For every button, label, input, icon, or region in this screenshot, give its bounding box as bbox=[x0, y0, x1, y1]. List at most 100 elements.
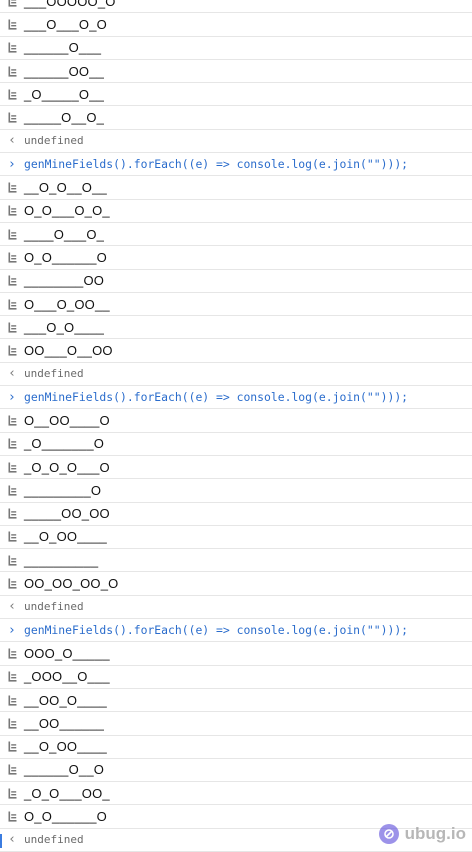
log-line-icon bbox=[0, 275, 24, 286]
console-log-line-text: ______O___ bbox=[24, 40, 101, 55]
console-log-line-text: __O_O__O__ bbox=[24, 180, 107, 195]
console-log-line: __OO______ bbox=[0, 712, 472, 735]
console-log-line-text: O__OO____O bbox=[24, 413, 110, 428]
console-log-line-text: _O_______O bbox=[24, 436, 104, 451]
prompt-chevron-icon: › bbox=[0, 158, 24, 171]
console-input-cursor bbox=[0, 834, 2, 848]
console-log-line-text: ____O___O_ bbox=[24, 227, 104, 242]
return-arrow-icon: ‹ bbox=[0, 600, 24, 613]
prompt-chevron-icon: › bbox=[0, 391, 24, 404]
console-log-line: ___O___O_O bbox=[0, 13, 472, 36]
log-line-icon bbox=[0, 66, 24, 77]
console-log-line-text: ______OO__ bbox=[24, 64, 104, 79]
console-log-line: ________OO bbox=[0, 270, 472, 293]
console-log-line-text: ___O_O____ bbox=[24, 320, 104, 335]
console-log-line-text: __________ bbox=[24, 553, 98, 568]
console-log-line-text: _____O__O_ bbox=[24, 110, 104, 125]
log-line-icon bbox=[0, 299, 24, 310]
log-line-icon bbox=[0, 252, 24, 263]
console-log-line: OO_OO_OO_O bbox=[0, 572, 472, 595]
log-line-icon bbox=[0, 182, 24, 193]
console-log-line-text: OOO_O_____ bbox=[24, 646, 110, 661]
console-log-line: OO___O__OO bbox=[0, 339, 472, 362]
console-command: ›genMineFields().forEach((e) => console.… bbox=[0, 386, 472, 409]
console-log-line: O___O_OO__ bbox=[0, 293, 472, 316]
return-arrow-icon: ‹ bbox=[0, 833, 24, 846]
log-line-icon bbox=[0, 322, 24, 333]
console-command-text: genMineFields().forEach((e) => console.l… bbox=[24, 623, 408, 637]
console-log-line: ______O___ bbox=[0, 37, 472, 60]
console-command-text: genMineFields().forEach((e) => console.l… bbox=[24, 157, 408, 171]
console-log-line-text: _O_O___OO_ bbox=[24, 786, 110, 801]
console-log-line: __OO_O____ bbox=[0, 689, 472, 712]
console-log-line-text: ___O___O_O bbox=[24, 17, 107, 32]
console-log-line-text: ___OOOOO_O bbox=[24, 0, 116, 9]
console-log-line-text: __O_OO____ bbox=[24, 739, 107, 754]
console-log-line-text: _O_O_O___O bbox=[24, 460, 110, 475]
log-line-icon bbox=[0, 438, 24, 449]
console-log-line: _O_____O__ bbox=[0, 83, 472, 106]
console-log-line: _O_______O bbox=[0, 433, 472, 456]
console-log-line: ___O_O____ bbox=[0, 316, 472, 339]
console-log-line-text: _________O bbox=[24, 483, 101, 498]
log-line-icon bbox=[0, 462, 24, 473]
log-line-icon bbox=[0, 531, 24, 542]
console-log-line-text: ______O__O bbox=[24, 762, 104, 777]
console-log-line: _____O__O_ bbox=[0, 106, 472, 129]
console-log-line-text: OO___O__OO bbox=[24, 343, 113, 358]
console-output: ___OOOOO_O ___O___O_O ______O___ ______OO__… bbox=[0, 0, 472, 852]
console-log-line: ____O___O_ bbox=[0, 223, 472, 246]
log-line-icon bbox=[0, 811, 24, 822]
console-result: ‹undefined bbox=[0, 363, 472, 386]
console-result: ‹undefined bbox=[0, 596, 472, 619]
console-log-line-text: __OO_O____ bbox=[24, 693, 107, 708]
console-log-line-text: _OOO__O___ bbox=[24, 669, 110, 684]
return-arrow-icon: ‹ bbox=[0, 367, 24, 380]
console-log-line: __O_O__O__ bbox=[0, 176, 472, 199]
prompt-chevron-icon: › bbox=[0, 624, 24, 637]
return-arrow-icon: ‹ bbox=[0, 134, 24, 147]
log-line-icon bbox=[0, 112, 24, 123]
console-log-line-text: ________OO bbox=[24, 273, 104, 288]
console-result-text: undefined bbox=[24, 600, 84, 613]
console-log-line: ______O__O bbox=[0, 759, 472, 782]
console-log-line: ___OOOOO_O bbox=[0, 0, 472, 13]
log-line-icon bbox=[0, 764, 24, 775]
console-log-line-text: _____OO_OO bbox=[24, 506, 110, 521]
console-log-line: _OOO__O___ bbox=[0, 666, 472, 689]
console-log-line-text: OO_OO_OO_O bbox=[24, 576, 118, 591]
log-line-icon bbox=[0, 695, 24, 706]
console-log-line-text: O_O______O bbox=[24, 250, 107, 265]
console-result-text: undefined bbox=[24, 134, 84, 147]
console-log-line-text: __OO______ bbox=[24, 716, 104, 731]
log-line-icon bbox=[0, 718, 24, 729]
console-log-line-text: O_O___O_O_ bbox=[24, 203, 110, 218]
log-line-icon bbox=[0, 555, 24, 566]
log-line-icon bbox=[0, 741, 24, 752]
console-log-line-text: O_O______O bbox=[24, 809, 107, 824]
console-log-line-text: _O_____O__ bbox=[24, 87, 104, 102]
console-command-text: genMineFields().forEach((e) => console.l… bbox=[24, 390, 408, 404]
log-line-icon bbox=[0, 89, 24, 100]
console-result-text: undefined bbox=[24, 367, 84, 380]
watermark-text: ubug.io bbox=[405, 824, 466, 844]
console-log-line: O_O______O bbox=[0, 246, 472, 269]
log-line-icon bbox=[0, 788, 24, 799]
console-log-line: _O_O___OO_ bbox=[0, 782, 472, 805]
console-command: ›genMineFields().forEach((e) => console.… bbox=[0, 619, 472, 642]
console-result: ‹undefined bbox=[0, 130, 472, 153]
log-line-icon bbox=[0, 229, 24, 240]
console-log-line: _____OO_OO bbox=[0, 503, 472, 526]
log-line-icon bbox=[0, 19, 24, 30]
console-log-line: O_O___O_O_ bbox=[0, 200, 472, 223]
log-line-icon bbox=[0, 345, 24, 356]
console-result-text: undefined bbox=[24, 833, 84, 846]
watermark-logo-icon bbox=[379, 824, 399, 844]
log-line-icon bbox=[0, 648, 24, 659]
console-command: ›genMineFields().forEach((e) => console.… bbox=[0, 153, 472, 176]
console-log-line: __________ bbox=[0, 549, 472, 572]
log-line-icon bbox=[0, 42, 24, 53]
watermark: ubug.io bbox=[379, 824, 466, 844]
console-log-line: O__OO____O bbox=[0, 409, 472, 432]
console-log-line: __O_OO____ bbox=[0, 736, 472, 759]
